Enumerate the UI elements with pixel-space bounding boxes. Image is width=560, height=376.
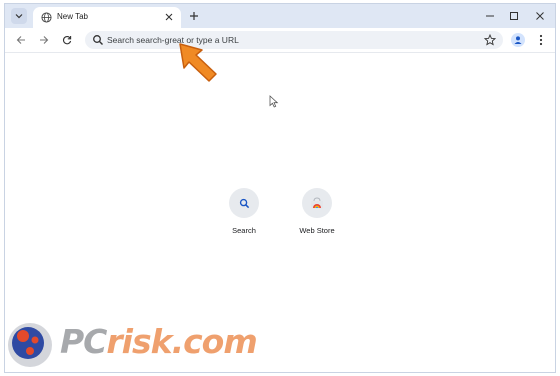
watermark-text: PCrisk.com [60,322,258,361]
tab-bar: New Tab [5,4,555,28]
close-icon [536,12,544,20]
minimize-icon [486,15,494,17]
search-icon [93,35,103,45]
search-icon [239,198,249,208]
user-icon [514,36,522,44]
pcrisk-logo-icon [8,323,52,367]
tab-search-button[interactable] [11,8,27,24]
shortcut-web-store-tile[interactable] [302,188,332,218]
maximize-button[interactable] [505,8,523,24]
more-vertical-icon [539,34,543,46]
close-icon [165,13,173,21]
shortcut-search[interactable]: Search [216,188,272,235]
profile-button[interactable] [511,33,525,47]
tab-close-button[interactable] [163,11,175,23]
new-tab-button[interactable] [187,9,201,23]
shortcut-search-tile[interactable] [229,188,259,218]
maximize-icon [510,12,518,20]
back-button[interactable] [14,33,28,47]
bookmark-star-icon[interactable] [484,34,496,46]
shortcut-web-store[interactable]: Web Store [289,188,345,235]
shortcut-label: Search [232,226,256,235]
arrow-left-icon [16,36,25,44]
chevron-down-icon [15,14,23,19]
forward-button[interactable] [37,33,51,47]
watermark-risk: risk.com [106,322,257,361]
globe-icon [41,12,52,23]
tab-new-tab[interactable]: New Tab [33,7,181,28]
menu-button[interactable] [535,33,547,47]
watermark-pc: PC [60,322,107,361]
shortcut-label: Web Store [299,226,335,235]
arrow-right-icon [40,36,49,44]
reload-icon [62,36,72,45]
web-store-icon [311,197,323,209]
close-window-button[interactable] [531,8,549,24]
address-bar-input[interactable] [107,31,467,49]
arrow-annotation-icon [179,43,217,82]
mouse-cursor-icon [269,95,279,108]
omnibox[interactable] [85,31,503,49]
pcrisk-watermark: PCrisk.com [6,318,336,372]
tab-title: New Tab [57,12,88,21]
minimize-button[interactable] [481,8,499,24]
reload-button[interactable] [60,33,74,47]
toolbar [5,28,555,53]
plus-icon [190,12,198,20]
